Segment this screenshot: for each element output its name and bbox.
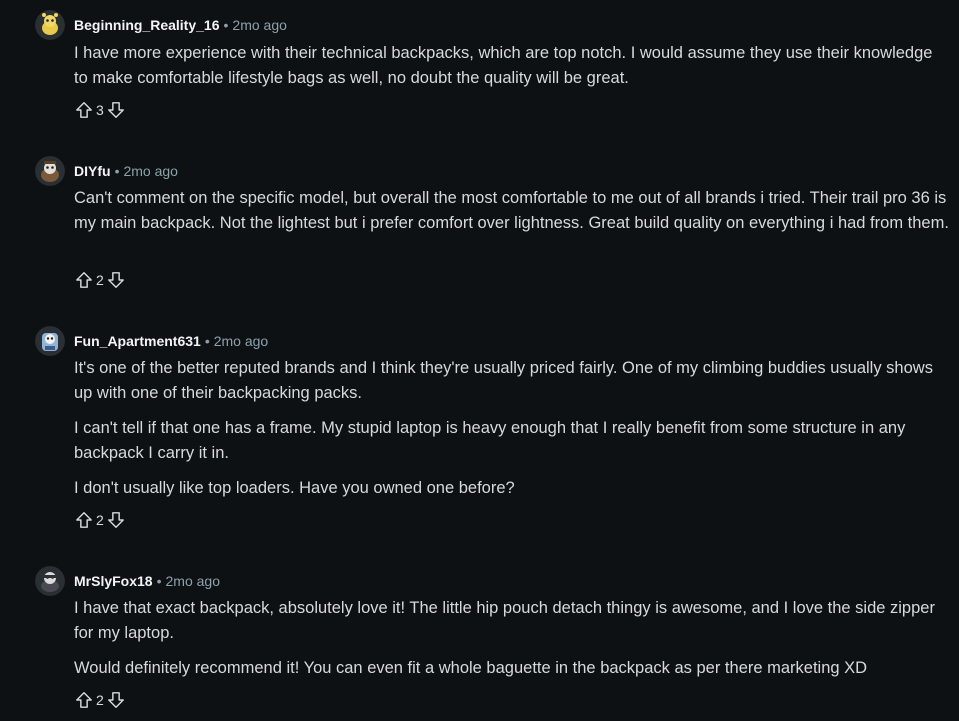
username-link[interactable]: MrSlyFox18 — [74, 573, 153, 589]
downvote-arrow-icon — [107, 272, 124, 288]
downvote-button[interactable] — [105, 269, 127, 291]
downvote-button[interactable] — [105, 509, 127, 531]
upvote-arrow-icon — [76, 692, 92, 708]
upvote-arrow-icon — [76, 512, 92, 528]
comment-paragraph: I have that exact backpack, absolutely l… — [74, 599, 935, 642]
comment-body: I have that exact backpack, absolutely l… — [74, 596, 949, 691]
comment-body: I have more experience with their techni… — [74, 41, 949, 101]
upvote-arrow-icon — [76, 272, 92, 288]
upvote-button[interactable] — [73, 99, 95, 121]
comment-paragraph: It's one of the better reputed brands an… — [74, 359, 933, 402]
downvote-arrow-icon — [107, 102, 124, 118]
vote-score: 2 — [96, 512, 104, 528]
separator-dot: • — [223, 17, 229, 33]
comment-paragraph: Can't comment on the specific model, but… — [74, 189, 949, 232]
snoo-avatar-icon — [35, 326, 65, 356]
downvote-button[interactable] — [105, 99, 127, 121]
comment-paragraph: I can't tell if that one has a frame. My… — [74, 419, 906, 462]
timestamp[interactable]: 2mo ago — [123, 163, 177, 179]
timestamp[interactable]: 2mo ago — [166, 573, 220, 589]
username-link[interactable]: Beginning_Reality_16 — [74, 17, 220, 33]
upvote-button[interactable] — [73, 509, 95, 531]
vote-score: 3 — [96, 102, 104, 118]
comment-paragraph: I don't usually like top loaders. Have y… — [74, 479, 515, 497]
timestamp[interactable]: 2mo ago — [232, 17, 286, 33]
comment-meta: Fun_Apartment631 • 2mo ago — [74, 332, 268, 350]
upvote-button[interactable] — [73, 689, 95, 711]
downvote-arrow-icon — [107, 692, 124, 708]
comment-paragraph: I have more experience with their techni… — [74, 44, 933, 87]
upvote-button[interactable] — [73, 269, 95, 291]
comment-meta: DIYfu • 2mo ago — [74, 162, 178, 180]
timestamp[interactable]: 2mo ago — [214, 333, 268, 349]
separator-dot: • — [114, 163, 120, 179]
vote-bar: 2 — [73, 268, 127, 292]
snoo-avatar-icon — [35, 156, 65, 186]
vote-bar: 2 — [73, 688, 127, 712]
comment-paragraph: Would definitely recommend it! You can e… — [74, 659, 868, 677]
downvote-button[interactable] — [105, 689, 127, 711]
comment-body: Can't comment on the specific model, but… — [74, 186, 949, 246]
vote-score: 2 — [96, 692, 104, 708]
comment-meta: MrSlyFox18 • 2mo ago — [74, 572, 220, 590]
comment-body: It's one of the better reputed brands an… — [74, 356, 949, 511]
separator-dot: • — [156, 573, 162, 589]
vote-bar: 2 — [73, 508, 127, 532]
downvote-arrow-icon — [107, 512, 124, 528]
snoo-avatar-icon — [35, 566, 65, 596]
avatar[interactable] — [35, 10, 65, 40]
comment-meta: Beginning_Reality_16 • 2mo ago — [74, 16, 287, 34]
avatar[interactable] — [35, 566, 65, 596]
snoo-avatar-icon — [35, 10, 65, 40]
vote-score: 2 — [96, 272, 104, 288]
separator-dot: • — [204, 333, 210, 349]
avatar[interactable] — [35, 326, 65, 356]
username-link[interactable]: DIYfu — [74, 163, 111, 179]
vote-bar: 3 — [73, 98, 127, 122]
avatar[interactable] — [35, 156, 65, 186]
username-link[interactable]: Fun_Apartment631 — [74, 333, 201, 349]
upvote-arrow-icon — [76, 102, 92, 118]
